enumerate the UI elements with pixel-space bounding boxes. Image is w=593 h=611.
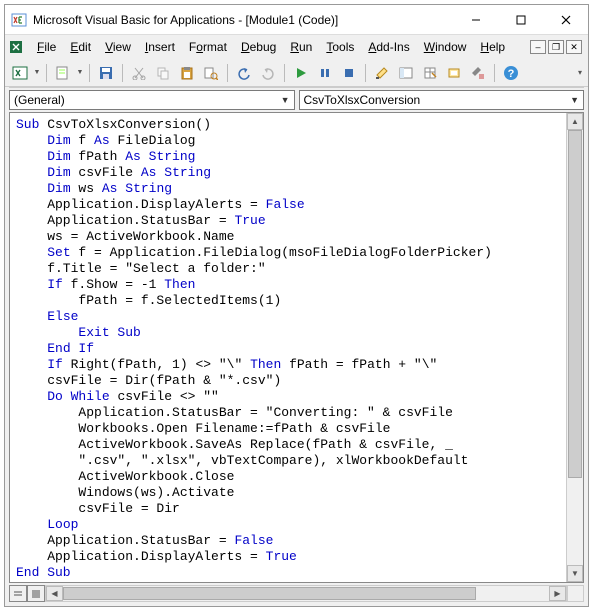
vba-app-icon bbox=[11, 12, 27, 28]
menu-addins[interactable]: Add-Ins bbox=[362, 38, 415, 56]
mdi-minimize-button[interactable]: – bbox=[530, 40, 546, 54]
separator bbox=[46, 64, 47, 82]
toolbar-overflow-icon[interactable]: ▾ bbox=[576, 62, 584, 84]
copy-button[interactable] bbox=[152, 62, 174, 84]
maximize-button[interactable] bbox=[498, 5, 543, 34]
project-explorer-button[interactable] bbox=[395, 62, 417, 84]
menu-debug[interactable]: Debug bbox=[235, 38, 282, 56]
save-button[interactable] bbox=[95, 62, 117, 84]
mdi-restore-button[interactable]: ❐ bbox=[548, 40, 564, 54]
find-button[interactable] bbox=[200, 62, 222, 84]
menu-tools[interactable]: Tools bbox=[320, 38, 360, 56]
menu-format[interactable]: Format bbox=[183, 38, 233, 56]
menu-insert[interactable]: Insert bbox=[139, 38, 181, 56]
object-combo[interactable]: (General) ▼ bbox=[9, 90, 295, 110]
close-button[interactable] bbox=[543, 5, 588, 34]
menu-view[interactable]: View bbox=[99, 38, 137, 56]
separator bbox=[227, 64, 228, 82]
code-pane-combos: (General) ▼ CsvToXlsxConversion ▼ bbox=[5, 88, 588, 112]
menu-edit[interactable]: Edit bbox=[64, 38, 97, 56]
break-button[interactable] bbox=[314, 62, 336, 84]
vba-editor-window: Microsoft Visual Basic for Applications … bbox=[4, 4, 589, 607]
excel-icon[interactable] bbox=[7, 38, 25, 56]
reset-button[interactable] bbox=[338, 62, 360, 84]
scroll-track[interactable] bbox=[567, 130, 583, 565]
scroll-track[interactable] bbox=[63, 586, 549, 601]
paste-button[interactable] bbox=[176, 62, 198, 84]
view-excel-button[interactable] bbox=[9, 62, 31, 84]
menubar: File Edit View Insert Format Debug Run T… bbox=[5, 35, 588, 59]
scroll-up-button[interactable]: ▲ bbox=[567, 113, 583, 130]
insert-module-button[interactable] bbox=[52, 62, 74, 84]
undo-button[interactable] bbox=[233, 62, 255, 84]
full-module-view-tab[interactable] bbox=[27, 585, 45, 602]
object-browser-button[interactable] bbox=[443, 62, 465, 84]
chevron-down-icon: ▼ bbox=[570, 95, 579, 105]
window-title: Microsoft Visual Basic for Applications … bbox=[33, 13, 453, 27]
scroll-left-button[interactable]: ◀ bbox=[46, 586, 63, 601]
titlebar[interactable]: Microsoft Visual Basic for Applications … bbox=[5, 5, 588, 35]
minimize-button[interactable] bbox=[453, 5, 498, 34]
object-combo-value: (General) bbox=[14, 93, 65, 107]
procedure-combo-value: CsvToXlsxConversion bbox=[304, 93, 421, 107]
dropdown-icon[interactable]: ▼ bbox=[33, 69, 41, 76]
menu-help[interactable]: Help bbox=[474, 38, 511, 56]
separator bbox=[122, 64, 123, 82]
mdi-close-button[interactable]: ✕ bbox=[566, 40, 582, 54]
separator bbox=[365, 64, 366, 82]
scroll-thumb[interactable] bbox=[63, 587, 476, 600]
vertical-scrollbar[interactable]: ▲ ▼ bbox=[566, 113, 583, 582]
separator bbox=[284, 64, 285, 82]
procedure-view-tab[interactable] bbox=[9, 585, 27, 602]
run-button[interactable] bbox=[290, 62, 312, 84]
scroll-down-button[interactable]: ▼ bbox=[567, 565, 583, 582]
horizontal-scrollbar[interactable]: ◀ ▶ bbox=[45, 585, 567, 602]
cut-button[interactable] bbox=[128, 62, 150, 84]
bottom-bar: ◀ ▶ bbox=[9, 585, 584, 602]
separator bbox=[494, 64, 495, 82]
svg-text:?: ? bbox=[508, 68, 515, 80]
design-mode-button[interactable] bbox=[371, 62, 393, 84]
separator bbox=[89, 64, 90, 82]
scroll-corner bbox=[567, 585, 584, 602]
scroll-thumb[interactable] bbox=[568, 130, 582, 478]
menu-run[interactable]: Run bbox=[284, 38, 318, 56]
menu-file[interactable]: File bbox=[31, 38, 62, 56]
menu-window[interactable]: Window bbox=[418, 38, 473, 56]
procedure-combo[interactable]: CsvToXlsxConversion ▼ bbox=[299, 90, 585, 110]
redo-button[interactable] bbox=[257, 62, 279, 84]
toolbar: ▼ ▼ bbox=[5, 59, 588, 87]
code-text[interactable]: Sub CsvToXlsxConversion() Dim f As FileD… bbox=[10, 113, 566, 582]
help-button[interactable]: ? bbox=[500, 62, 522, 84]
code-editor[interactable]: Sub CsvToXlsxConversion() Dim f As FileD… bbox=[9, 112, 584, 583]
dropdown-icon[interactable]: ▼ bbox=[76, 69, 84, 76]
chevron-down-icon: ▼ bbox=[281, 95, 290, 105]
scroll-right-button[interactable]: ▶ bbox=[549, 586, 566, 601]
toolbox-button[interactable] bbox=[467, 62, 489, 84]
properties-button[interactable] bbox=[419, 62, 441, 84]
